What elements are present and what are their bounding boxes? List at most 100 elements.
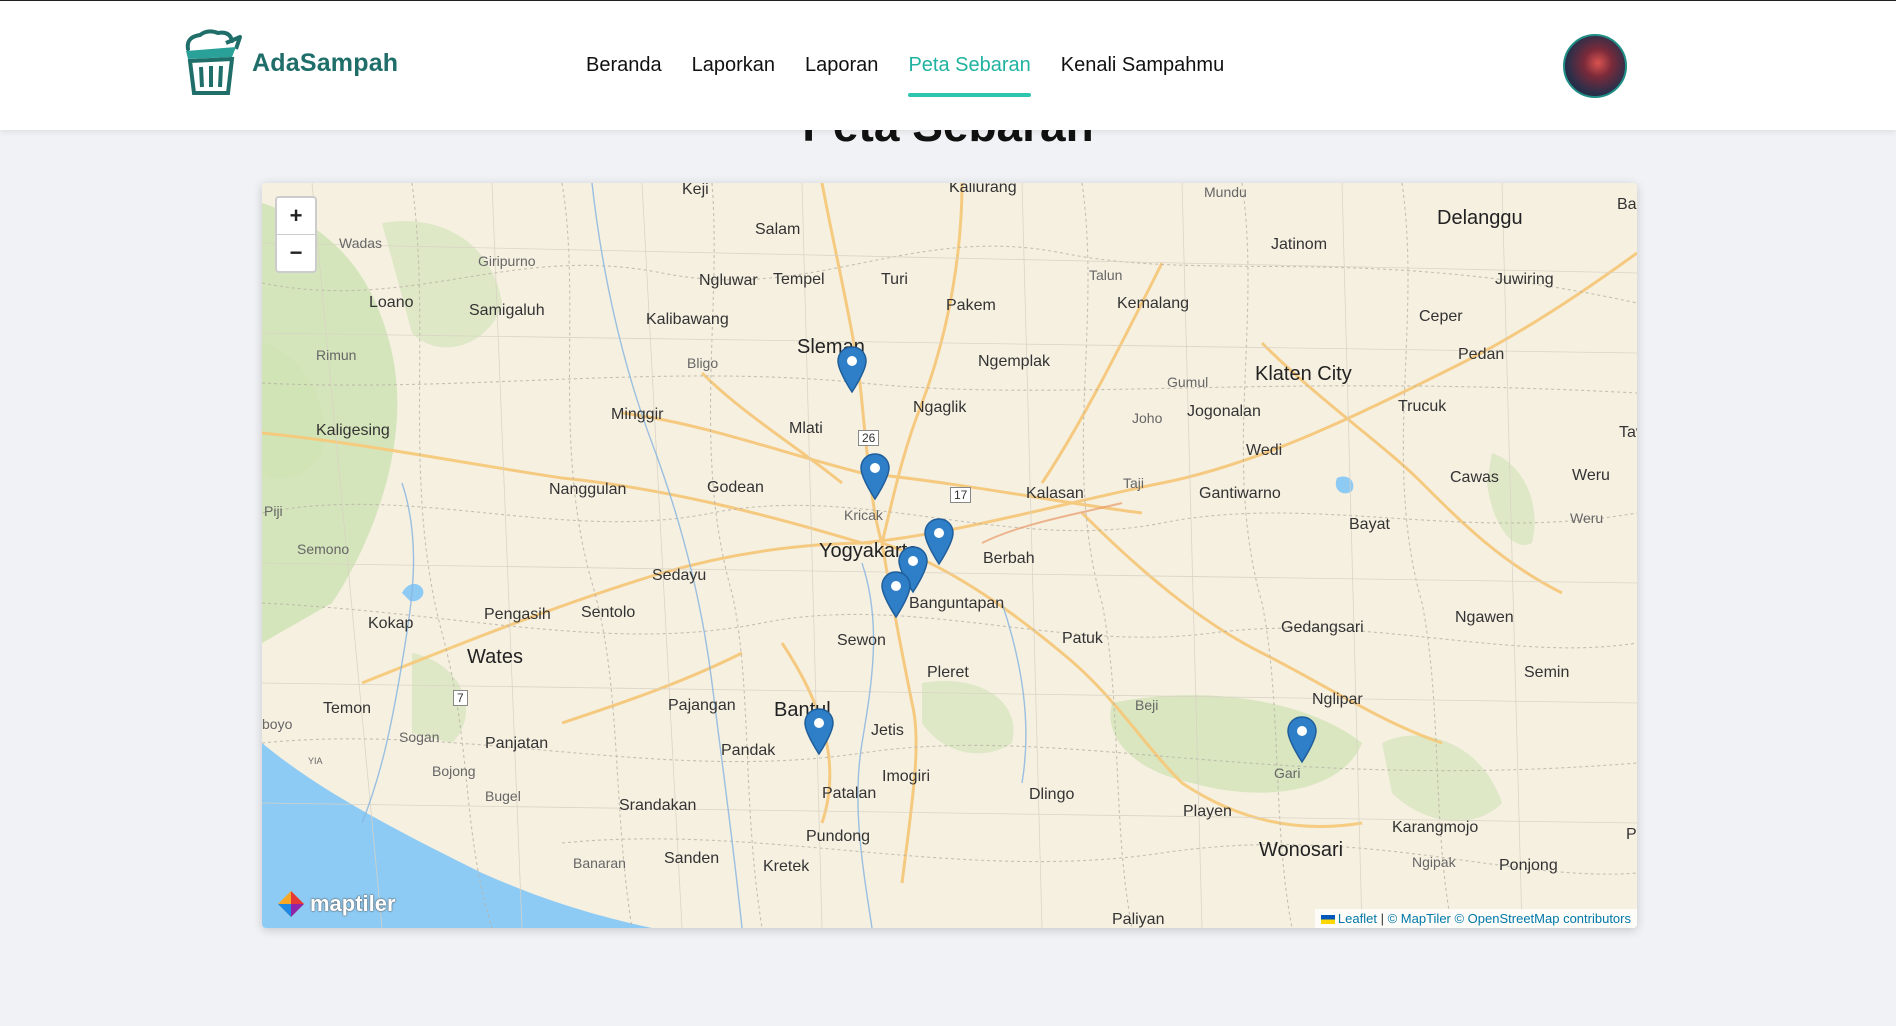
zoom-out-button[interactable]: −: [277, 235, 315, 271]
map-label: Patalan: [822, 785, 877, 802]
map-label: Bligo: [687, 355, 719, 371]
location-marker-icon[interactable]: [924, 518, 954, 566]
map-label: Ngaglik: [913, 399, 967, 416]
map-label: Gumul: [1167, 374, 1209, 390]
map-label: Berbah: [983, 550, 1035, 567]
navbar: AdaSampah Beranda Laporkan Laporan Peta …: [0, 1, 1896, 130]
nav-item-laporkan[interactable]: Laporkan: [692, 54, 775, 77]
map-label: Ngluwar: [699, 272, 758, 289]
map-label: Patuk: [1062, 630, 1103, 647]
location-marker-icon[interactable]: [881, 571, 911, 619]
map-label: Cawas: [1450, 469, 1499, 486]
map-label: Salam: [755, 221, 801, 238]
location-marker-icon[interactable]: [837, 346, 867, 394]
user-avatar[interactable]: [1563, 34, 1627, 98]
map-label: Pakem: [946, 297, 996, 314]
map-label: Semin: [1524, 664, 1570, 681]
map-label: Talun: [1089, 267, 1123, 283]
map-label: Kretek: [763, 858, 810, 875]
nav-item-peta-sebaran[interactable]: Peta Sebaran: [908, 54, 1031, 97]
map-container[interactable]: + − Keji Kaliurang Mundu Delanggu Ba Sal…: [262, 183, 1637, 928]
map-label: Jogonalan: [1187, 403, 1261, 420]
location-marker-icon[interactable]: [804, 708, 834, 756]
map-label: Pandak: [721, 742, 776, 759]
map-label: Piji: [264, 503, 283, 519]
map-label: Wates: [467, 646, 523, 668]
map-label: Playen: [1183, 803, 1232, 820]
map-label: Kemalang: [1117, 295, 1190, 312]
map-label: Gedangsari: [1281, 619, 1364, 636]
nav-item-beranda[interactable]: Beranda: [586, 54, 662, 77]
maptiler-diamond-icon: [278, 891, 304, 917]
route-shield: 7: [453, 690, 468, 706]
map-label: Sentolo: [581, 604, 636, 621]
brand-logo[interactable]: AdaSampah: [180, 29, 398, 97]
map-label: Ba: [1617, 196, 1637, 213]
maptiler-wordmark: maptiler: [310, 891, 396, 916]
map-label: Trucuk: [1398, 398, 1447, 415]
map-label: Minggir: [611, 406, 664, 423]
map-label: Ponjong: [1499, 857, 1558, 874]
map-label: Bojong: [432, 763, 476, 779]
nav-item-peta-sebaran-label: Peta Sebaran: [908, 54, 1031, 76]
ukraine-flag-icon: [1320, 915, 1335, 925]
map-label: boyo: [262, 716, 293, 732]
map-label: Jetis: [871, 722, 904, 739]
map-label: Sewon: [837, 632, 886, 649]
map-label: Pedan: [1458, 346, 1505, 363]
map-label: Wedi: [1246, 442, 1283, 459]
map-label: Kalibawang: [646, 311, 729, 328]
map-label: P: [1626, 826, 1637, 843]
map-label: Samigaluh: [469, 302, 545, 319]
map-label: Turi: [881, 271, 908, 288]
map-label: Ceper: [1419, 308, 1463, 325]
map-label: Banguntapan: [909, 595, 1005, 612]
map-label: Mlati: [789, 420, 823, 437]
maptiler-osm-attribution-link[interactable]: © MapTiler © OpenStreetMap contributors: [1388, 911, 1631, 926]
map-label: Sedayu: [652, 567, 707, 584]
map-label: Bugel: [485, 788, 521, 804]
map-label: Srandakan: [619, 797, 697, 814]
map-label: Ngipak: [1412, 854, 1456, 870]
map-label: Kaliurang: [949, 183, 1017, 196]
location-marker-icon[interactable]: [1287, 716, 1317, 764]
nav-item-kenali-sampahmu[interactable]: Kenali Sampahmu: [1061, 54, 1224, 77]
map-label: Juwiring: [1495, 271, 1554, 288]
map-label: Jatinom: [1271, 236, 1328, 253]
map-label: Godean: [707, 479, 764, 496]
map-label: Imogiri: [882, 768, 931, 785]
location-marker-icon[interactable]: [860, 453, 890, 501]
map-label: Karangmojo: [1392, 819, 1479, 836]
map-label: Keji: [682, 183, 709, 198]
active-nav-underline: [908, 93, 1031, 97]
map-label: Kaligesing: [316, 422, 390, 439]
map-label: Nanggulan: [549, 481, 627, 498]
map-label: Ngemplak: [978, 353, 1051, 370]
maptiler-logo[interactable]: maptiler: [276, 889, 396, 919]
map-label: Pleret: [927, 664, 969, 681]
map-label: Loano: [369, 294, 414, 311]
leaflet-link[interactable]: Leaflet: [1338, 911, 1377, 926]
map-label: Taji: [1123, 475, 1145, 491]
map-label: Rimun: [316, 347, 357, 363]
map-label: Sogan: [399, 729, 440, 745]
map-label: Delanggu: [1437, 207, 1523, 229]
map-label: Ngawen: [1455, 609, 1514, 626]
map-label: Bayat: [1349, 516, 1390, 533]
zoom-in-button[interactable]: +: [277, 198, 315, 235]
map-label: Temon: [323, 700, 372, 717]
map-label: Kokap: [368, 615, 414, 632]
map-label: Gari: [1274, 765, 1301, 781]
map-label: Tempel: [773, 271, 825, 288]
map-label: Nglipar: [1312, 691, 1363, 708]
map-label: Mundu: [1204, 184, 1247, 200]
map-label: Tav: [1619, 424, 1637, 441]
brand-name: AdaSampah: [252, 48, 399, 77]
route-shield: 17: [950, 487, 972, 503]
map-label: Gantiwarno: [1199, 485, 1281, 502]
nav-item-laporan[interactable]: Laporan: [805, 54, 878, 77]
map-label: Semono: [297, 541, 350, 557]
map-label: Weru: [1572, 467, 1610, 484]
attribution-separator: |: [1380, 911, 1384, 926]
map-label: Pajangan: [668, 697, 736, 714]
